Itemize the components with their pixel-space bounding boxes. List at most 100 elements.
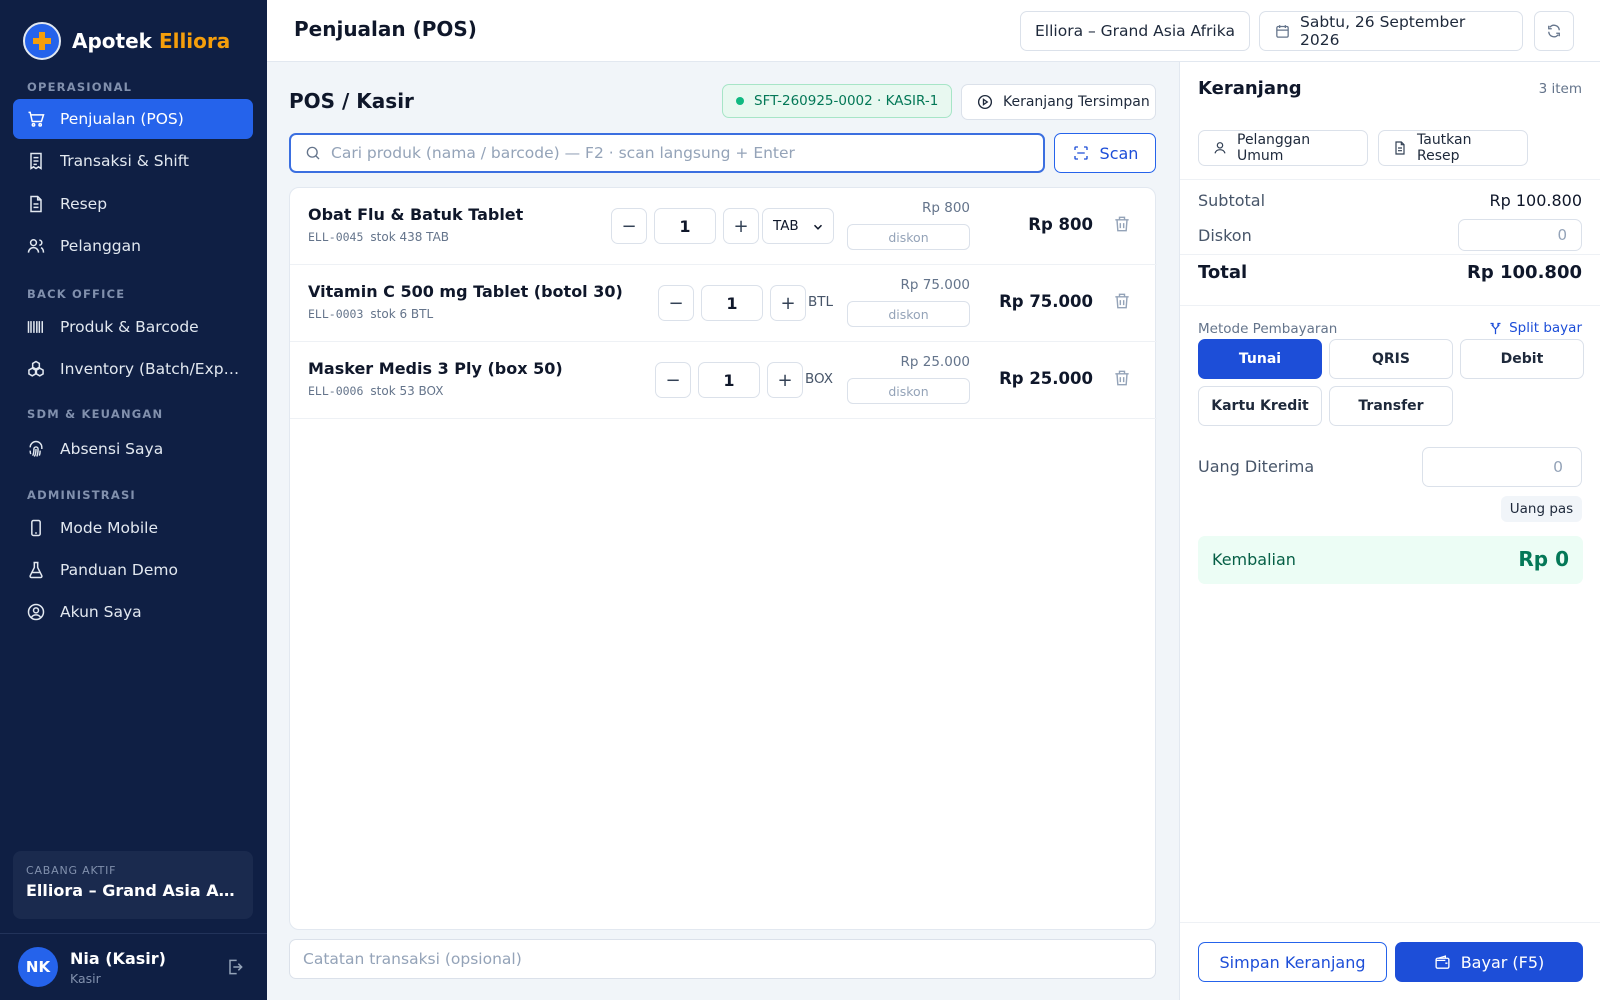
qty-input[interactable]: 1: [698, 362, 760, 398]
discount-field[interactable]: 0: [1458, 219, 1582, 251]
user-name: Nia (Kasir): [70, 948, 166, 968]
payment-method-qris[interactable]: QRIS: [1329, 339, 1453, 379]
active-branch-card: CABANG AKTIF Elliora – Grand Asia Afrika: [13, 851, 253, 919]
nav-section-sdm-keuangan: SDM & KEUANGAN: [27, 407, 164, 421]
transaction-note[interactable]: [289, 939, 1156, 979]
split-payment-label: Split bayar: [1509, 320, 1582, 336]
shift-badge: SFT-260925-0002 · KASIR-1: [722, 84, 953, 118]
payment-method-transfer[interactable]: Transfer: [1329, 386, 1453, 426]
unit-price: Rp 800: [921, 200, 970, 216]
sidebar-item-transaksi-shift[interactable]: Transaksi & Shift: [13, 141, 253, 181]
line-total: Rp 25.000: [999, 369, 1093, 388]
boxes-icon: [26, 359, 46, 379]
sidebar-item-penjualan-pos[interactable]: Penjualan (POS): [13, 99, 253, 139]
product-stock: stok 6 BTL: [370, 307, 434, 321]
increase-qty-button[interactable]: +: [723, 208, 759, 244]
discount-input[interactable]: diskon: [847, 301, 970, 327]
logout-icon[interactable]: [225, 957, 245, 977]
cart-items-list: Obat Flu & Batuk Tablet ELL-0045 stok 438…: [289, 187, 1157, 930]
pos-title: POS / Kasir: [289, 89, 414, 113]
refresh-icon: [1545, 22, 1563, 40]
increase-qty-button[interactable]: +: [770, 285, 806, 321]
sidebar-item-mode-mobile[interactable]: Mode Mobile: [13, 508, 253, 548]
refresh-button[interactable]: [1534, 11, 1574, 51]
cart-panel: Keranjang 3 item Pelanggan Umum Tautkan …: [1179, 62, 1600, 1000]
document-icon: [26, 194, 46, 214]
prescription-label: Tautkan Resep: [1417, 132, 1472, 164]
pos-main: POS / Kasir SFT-260925-0002 · KASIR-1 Ke…: [267, 62, 1179, 1000]
discount-input[interactable]: diskon: [847, 224, 970, 250]
unit-price: Rp 75.000: [900, 277, 970, 293]
search-input[interactable]: [331, 144, 1011, 162]
sidebar-item-akun-saya[interactable]: Akun Saya: [13, 592, 253, 632]
brand[interactable]: Apotek Elliora: [23, 22, 230, 60]
sidebar-item-resep[interactable]: Resep: [13, 184, 253, 224]
decrease-qty-button[interactable]: −: [658, 285, 694, 321]
branch-caption: CABANG AKTIF: [26, 864, 117, 877]
sidebar-item-label: Penjualan (POS): [60, 110, 184, 128]
document-icon: [1392, 140, 1408, 156]
split-payment-button[interactable]: Split bayar: [1488, 320, 1582, 336]
payment-method-tunai[interactable]: Tunai: [1198, 339, 1322, 379]
pharmacy-cross-icon: [23, 22, 61, 60]
received-amount-input[interactable]: 0: [1422, 447, 1582, 487]
product-meta: ELL-0003 stok 6 BTL: [308, 307, 433, 321]
sidebar-item-absensi-saya[interactable]: Absensi Saya: [13, 429, 253, 469]
divider: [1180, 254, 1600, 255]
trash-icon[interactable]: [1112, 291, 1132, 313]
customer-button[interactable]: Pelanggan Umum: [1198, 130, 1368, 166]
product-search[interactable]: [289, 133, 1045, 173]
sidebar-item-inventory[interactable]: Inventory (Batch/Expiry): [13, 349, 253, 389]
exact-amount-button[interactable]: Uang pas: [1501, 496, 1582, 522]
decrease-qty-button[interactable]: −: [611, 208, 647, 244]
trash-icon[interactable]: [1112, 214, 1132, 236]
flask-icon: [26, 560, 46, 580]
discount-input[interactable]: diskon: [847, 378, 970, 404]
pay-button[interactable]: Bayar (F5): [1395, 942, 1583, 982]
user-role: Kasir: [70, 970, 101, 986]
user-icon: [1212, 140, 1228, 156]
cart-item-row: Masker Medis 3 Ply (box 50) ELL-0006 stok…: [290, 342, 1157, 419]
date-picker[interactable]: Sabtu, 26 September 2026: [1259, 11, 1523, 51]
payment-method-debit[interactable]: Debit: [1460, 339, 1584, 379]
qty-input[interactable]: 1: [654, 208, 716, 244]
decrease-qty-button[interactable]: −: [655, 362, 691, 398]
divider: [1180, 179, 1600, 180]
product-code: ELL-0006: [308, 384, 364, 398]
nav-section-operasional: OPERASIONAL: [27, 80, 133, 94]
line-total: Rp 75.000: [999, 292, 1093, 311]
cart-icon: [26, 109, 46, 129]
sidebar-item-label: Absensi Saya: [60, 440, 164, 458]
barcode-icon: [26, 317, 46, 337]
sidebar-item-label: Produk & Barcode: [60, 318, 199, 336]
subtotal-label: Subtotal: [1198, 191, 1266, 210]
trash-icon[interactable]: [1112, 368, 1132, 390]
sidebar-item-pelanggan[interactable]: Pelanggan: [13, 226, 253, 266]
payment-method-kartu-kredit[interactable]: Kartu Kredit: [1198, 386, 1322, 426]
cart-item-count: 3 item: [1538, 81, 1582, 97]
branch-name: Elliora – Grand Asia Afrika: [26, 881, 240, 900]
discount-label: Diskon: [1198, 226, 1252, 245]
change-label: Kembalian: [1212, 550, 1296, 569]
saved-carts-button[interactable]: Keranjang Tersimpan: [961, 84, 1156, 120]
sidebar-item-produk-barcode[interactable]: Produk & Barcode: [13, 307, 253, 347]
product-name: Masker Medis 3 Ply (box 50): [308, 359, 563, 378]
scan-button[interactable]: Scan: [1054, 133, 1156, 173]
increase-qty-button[interactable]: +: [767, 362, 803, 398]
calendar-icon: [1274, 23, 1291, 40]
save-cart-button[interactable]: Simpan Keranjang: [1198, 942, 1387, 982]
unit-select[interactable]: TAB: [762, 208, 834, 244]
link-prescription-button[interactable]: Tautkan Resep: [1378, 130, 1528, 166]
sidebar-item-label: Pelanggan: [60, 237, 141, 255]
note-input[interactable]: [303, 950, 1143, 968]
branch-selector[interactable]: Elliora – Grand Asia Afrika: [1020, 11, 1250, 51]
change-box: Kembalian Rp 0: [1198, 536, 1583, 584]
line-total: Rp 800: [1028, 215, 1093, 234]
product-meta: ELL-0006 stok 53 BOX: [308, 384, 443, 398]
sidebar-item-label: Inventory (Batch/Expiry): [60, 360, 240, 378]
sidebar-item-panduan-demo[interactable]: Panduan Demo: [13, 550, 253, 590]
change-value: Rp 0: [1518, 547, 1569, 571]
wallet-icon: [1434, 954, 1451, 971]
unit-select-value: TAB: [773, 218, 799, 234]
qty-input[interactable]: 1: [701, 285, 763, 321]
